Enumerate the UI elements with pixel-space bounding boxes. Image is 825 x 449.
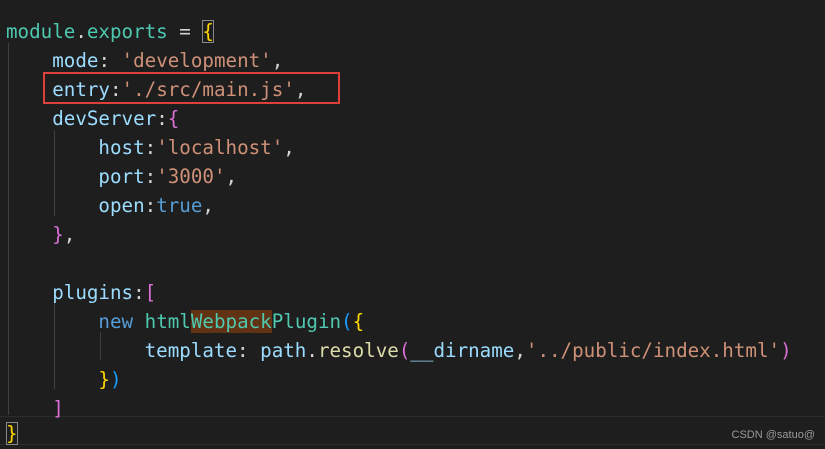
code-token: .: [306, 339, 318, 362]
code-line[interactable]: devServer:{: [0, 104, 825, 133]
code-token: 'localhost': [156, 136, 284, 159]
code-token: ]: [52, 397, 64, 420]
code-token: path: [260, 339, 307, 362]
code-line[interactable]: open:true,: [0, 191, 825, 220]
code-token: resolve: [317, 339, 399, 362]
code-token: .: [75, 20, 87, 43]
code-token: ,: [202, 194, 214, 217]
code-token: ,: [283, 136, 295, 159]
code-token: html: [144, 310, 191, 333]
code-token: ): [780, 339, 792, 362]
code-token: :: [144, 194, 157, 217]
code-token: host: [98, 136, 145, 159]
code-token: =: [167, 20, 203, 43]
code-line[interactable]: host:'localhost',: [0, 133, 825, 162]
code-token: }: [98, 368, 110, 391]
code-token: template: [144, 339, 238, 362]
code-editor[interactable]: module.exports = { mode: 'development', …: [0, 0, 825, 449]
code-line[interactable]: new htmlWebpackPlugin({: [0, 307, 825, 336]
code-token: module: [6, 20, 76, 43]
matched-brace: }: [6, 422, 18, 445]
code-token: :: [144, 165, 157, 188]
code-line[interactable]: }): [0, 365, 825, 394]
code-token: }: [52, 223, 64, 246]
code-token: :: [237, 339, 261, 362]
code-line[interactable]: port:'3000',: [0, 162, 825, 191]
code-token: '../public/index.html': [525, 339, 781, 362]
word-highlight: Webpack: [190, 310, 272, 333]
code-token: ,: [271, 49, 284, 72]
code-token: new: [98, 310, 134, 333]
code-token: ,: [514, 339, 526, 362]
code-line[interactable]: },: [0, 220, 825, 249]
code-token: ,: [63, 223, 76, 246]
annotation-box: [43, 72, 340, 104]
code-line[interactable]: mode: 'development',: [0, 46, 825, 75]
code-line[interactable]: }: [0, 419, 825, 448]
code-token: ): [109, 368, 122, 391]
code-token: :: [133, 281, 145, 304]
code-line[interactable]: plugins:[: [0, 278, 825, 307]
code-token: true: [156, 194, 203, 217]
code-token: __dirname: [410, 339, 515, 362]
code-token: Plugin: [271, 310, 342, 333]
code-token: (: [398, 339, 411, 362]
code-token: devServer: [52, 107, 157, 130]
code-token: mode: [52, 49, 99, 72]
code-token: :: [98, 49, 122, 72]
code-token: {: [167, 107, 180, 130]
code-line[interactable]: template: path.resolve(__dirname,'../pub…: [0, 336, 825, 365]
code-token: open: [98, 194, 145, 217]
code-token: ,: [225, 165, 238, 188]
matched-brace: {: [202, 20, 214, 43]
code-token: :: [144, 136, 157, 159]
code-token: 'development': [121, 49, 272, 72]
code-token: exports: [86, 20, 168, 43]
code-token: :: [156, 107, 168, 130]
code-token: (: [341, 310, 353, 333]
watermark: CSDN @satuo@: [731, 429, 815, 441]
code-token: '3000': [156, 165, 226, 188]
code-token: {: [352, 310, 365, 333]
code-token: plugins: [52, 281, 134, 304]
code-token: [: [144, 281, 157, 304]
code-line[interactable]: [0, 249, 825, 278]
code-line[interactable]: module.exports = {: [0, 17, 825, 46]
code-token: port: [98, 165, 145, 188]
